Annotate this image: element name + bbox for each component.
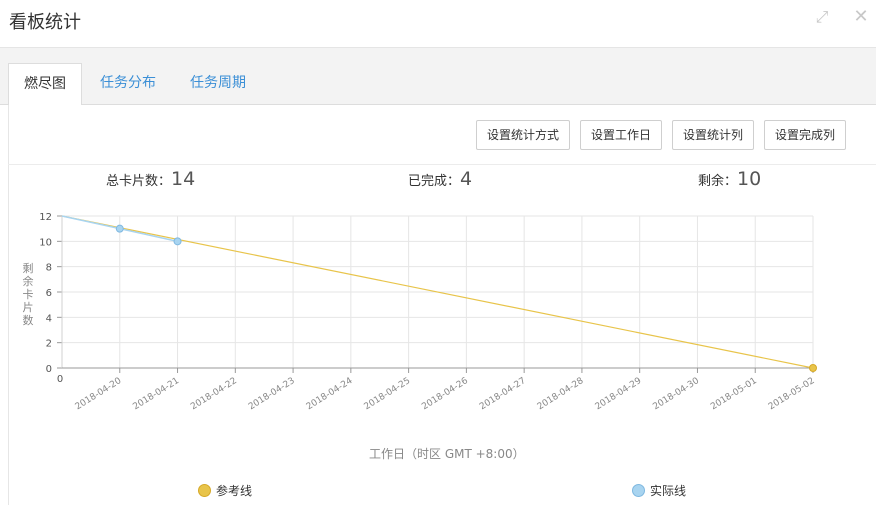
actual-point <box>173 237 182 246</box>
x-tick-label: 2018-04-24 <box>305 376 355 412</box>
y-tick-label: 10 <box>39 237 52 248</box>
x-tick-label: 2018-05-02 <box>767 376 817 412</box>
x-tick-label: 2018-04-27 <box>478 376 528 412</box>
x-tick-label: 2018-05-01 <box>709 376 759 412</box>
y-tick-label: 0 <box>46 364 52 375</box>
x-tick-labels: 2018-04-20 2018-04-21 2018-04-22 2018-04-23… <box>57 374 817 412</box>
y-axis-title-char: 余 <box>23 274 34 288</box>
y-tick-label: 8 <box>46 263 52 274</box>
x-origin-label: 0 <box>57 374 63 385</box>
x-tick-label: 2018-04-26 <box>420 376 470 412</box>
y-tick-label: 4 <box>46 313 52 324</box>
legend-label: 参考线 <box>216 484 253 498</box>
x-axis-title: 工作日（时区 GMT +8:00） <box>369 447 525 461</box>
actual-point <box>115 224 124 233</box>
burndown-chart: 0 2 4 6 8 10 12 2018-04-20 2018-04-21 2018-04-22… <box>23 212 817 412</box>
y-tick-label: 12 <box>39 212 52 223</box>
legend-label: 实际线 <box>650 484 687 498</box>
x-tick-label: 2018-04-25 <box>363 376 413 412</box>
y-tick-label: 2 <box>46 339 52 350</box>
x-tick-label: 2018-04-30 <box>651 376 701 412</box>
x-tick-label: 2018-04-29 <box>594 376 644 412</box>
legend-dot-icon <box>198 484 211 497</box>
legend-actual-line[interactable]: 实际线 <box>632 480 686 500</box>
y-axis-title-char: 数 <box>23 314 34 327</box>
y-tick-labels: 0 2 4 6 8 10 12 <box>39 212 52 375</box>
y-axis-title-char: 卡 <box>23 288 34 301</box>
y-axis-title: 剩余卡片数 <box>23 262 34 327</box>
legend-reference-line[interactable]: 参考线 <box>198 480 252 500</box>
y-axis-title-char: 剩 <box>23 262 34 275</box>
x-tick-label: 2018-04-21 <box>131 376 181 412</box>
legend-dot-icon <box>632 484 645 497</box>
y-tick-label: 6 <box>46 288 52 299</box>
x-tick-label: 2018-04-20 <box>74 376 124 412</box>
x-tick-label: 2018-04-28 <box>536 376 586 412</box>
x-tick-label: 2018-04-22 <box>189 376 239 412</box>
reference-point <box>809 364 817 372</box>
x-tick-label: 2018-04-23 <box>247 376 297 412</box>
y-axis-title-char: 片 <box>23 301 34 314</box>
